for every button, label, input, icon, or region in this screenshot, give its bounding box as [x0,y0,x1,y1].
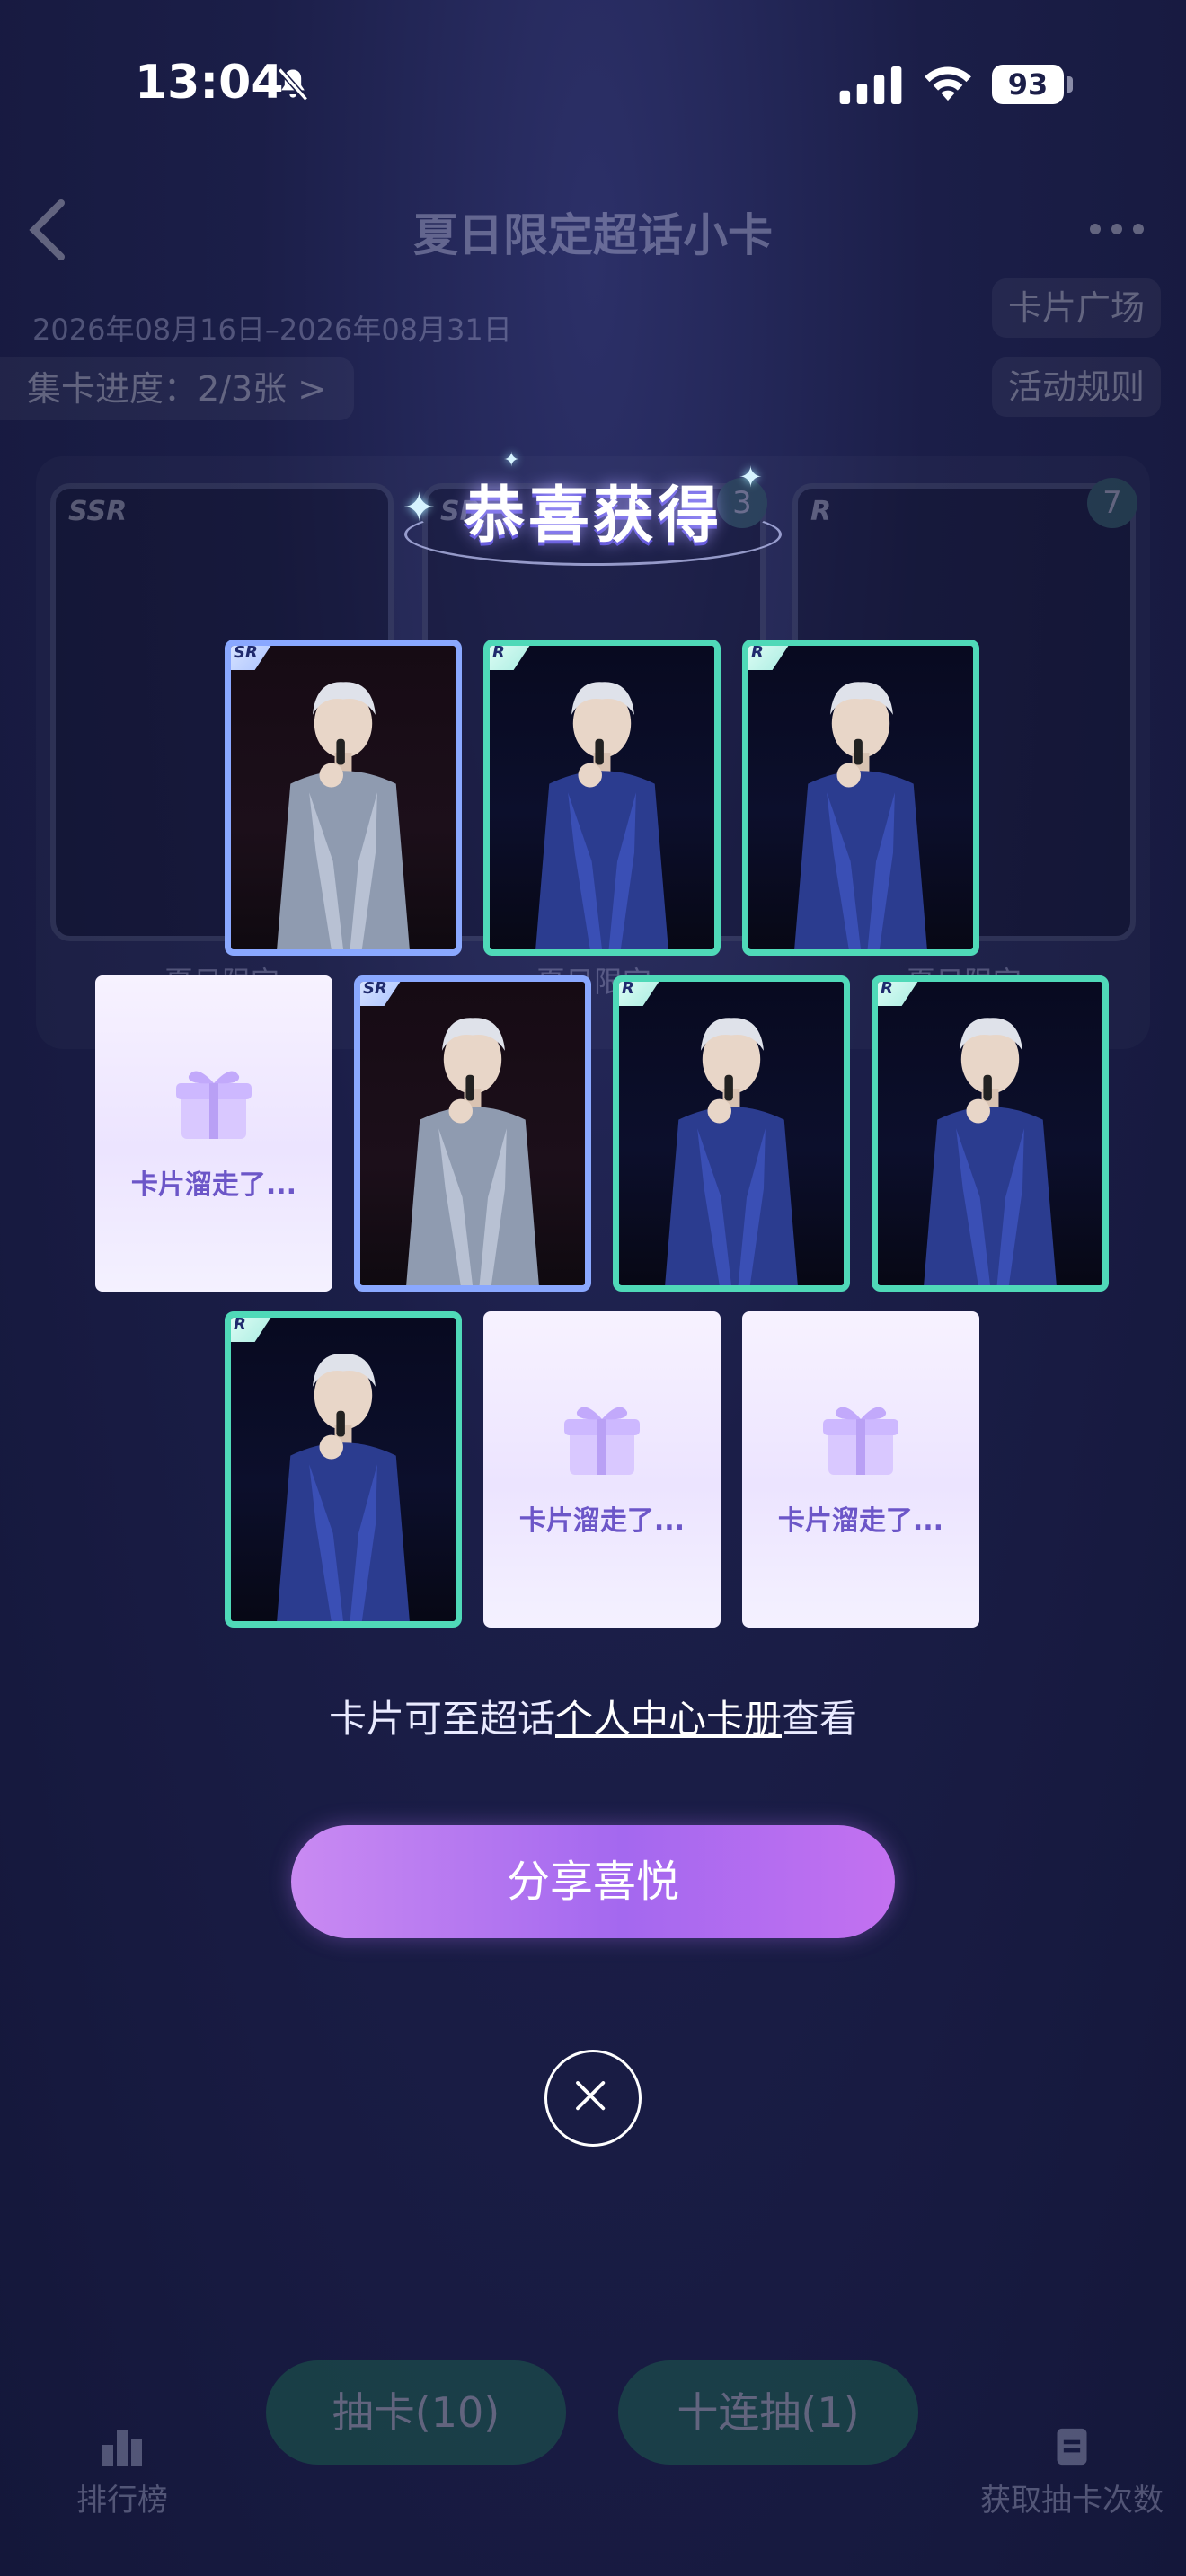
performer-photo [924,1018,1057,1285]
close-icon [576,2081,606,2111]
reward-modal: 恭喜获得 ✦ ✦ ✦ SR R R 卡片溜走了... SR R R R 卡片溜走了... 卡片溜走… [0,0,1186,2576]
sparkle-icon: ✦ [403,485,436,531]
missed-card[interactable]: 卡片溜走了... [95,975,332,1292]
performer-photo [535,682,668,949]
missed-card[interactable]: 卡片溜走了... [483,1311,721,1628]
missed-card[interactable]: 卡片溜走了... [742,1311,979,1628]
card-album-hint: 卡片可至超话个人中心卡册查看 [0,1689,1186,1743]
gift-icon [823,1407,898,1475]
hint-prefix: 卡片可至超话 [328,1697,555,1741]
performer-photo [277,682,410,949]
page: 13:04 93 夏日限定超话小卡 2026年08月16日–2026年08月31… [0,0,1186,2576]
hint-suffix: 查看 [782,1697,858,1741]
card-album-link[interactable]: 个人中心卡册 [555,1697,782,1741]
missed-card-label: 卡片溜走了... [130,1169,297,1201]
reward-card-r[interactable]: R [613,975,850,1292]
close-button[interactable] [544,2050,642,2147]
sparkle-icon: ✦ [503,449,520,472]
reward-card-sr[interactable]: SR [225,640,462,956]
gift-icon [564,1407,640,1475]
missed-card-label: 卡片溜走了... [777,1505,944,1537]
reward-card-r[interactable]: R [483,640,721,956]
performer-photo [277,1354,410,1621]
reward-card-r[interactable]: R [872,975,1109,1292]
modal-title: 恭喜获得 [463,481,722,551]
performer-photo [406,1018,539,1285]
reward-card-sr[interactable]: SR [354,975,591,1292]
gift-icon [176,1071,252,1139]
performer-photo [665,1018,798,1285]
share-joy-button[interactable]: 分享喜悦 [291,1825,895,1938]
missed-card-label: 卡片溜走了... [518,1505,686,1537]
reward-card-r[interactable]: R [742,640,979,956]
performer-photo [794,682,927,949]
sparkle-icon: ✦ [739,460,763,494]
reward-card-r[interactable]: R [225,1311,462,1628]
